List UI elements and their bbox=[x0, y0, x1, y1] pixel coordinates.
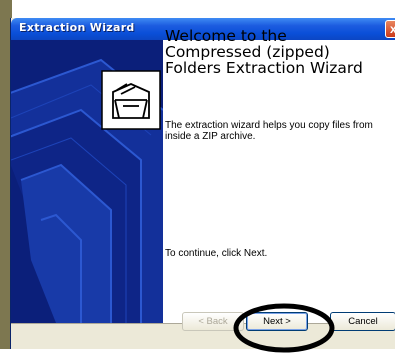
cancel-button[interactable]: Cancel bbox=[330, 312, 395, 331]
window-title: Extraction Wizard bbox=[19, 21, 135, 34]
close-button[interactable]: x bbox=[385, 20, 395, 38]
close-icon: x bbox=[390, 22, 395, 36]
continue-instruction: To continue, click Next. bbox=[165, 248, 268, 259]
back-button[interactable]: < Back bbox=[182, 312, 244, 331]
wizard-content bbox=[163, 40, 395, 323]
background-top bbox=[0, 0, 395, 10]
next-button[interactable]: Next > bbox=[246, 312, 308, 331]
zipped-folder-icon bbox=[101, 70, 161, 130]
wizard-heading: Welcome to the Compressed (zipped) Folde… bbox=[165, 27, 363, 77]
wizard-description: The extraction wizard helps you copy fil… bbox=[165, 120, 373, 142]
wizard-side-panel bbox=[11, 40, 163, 323]
